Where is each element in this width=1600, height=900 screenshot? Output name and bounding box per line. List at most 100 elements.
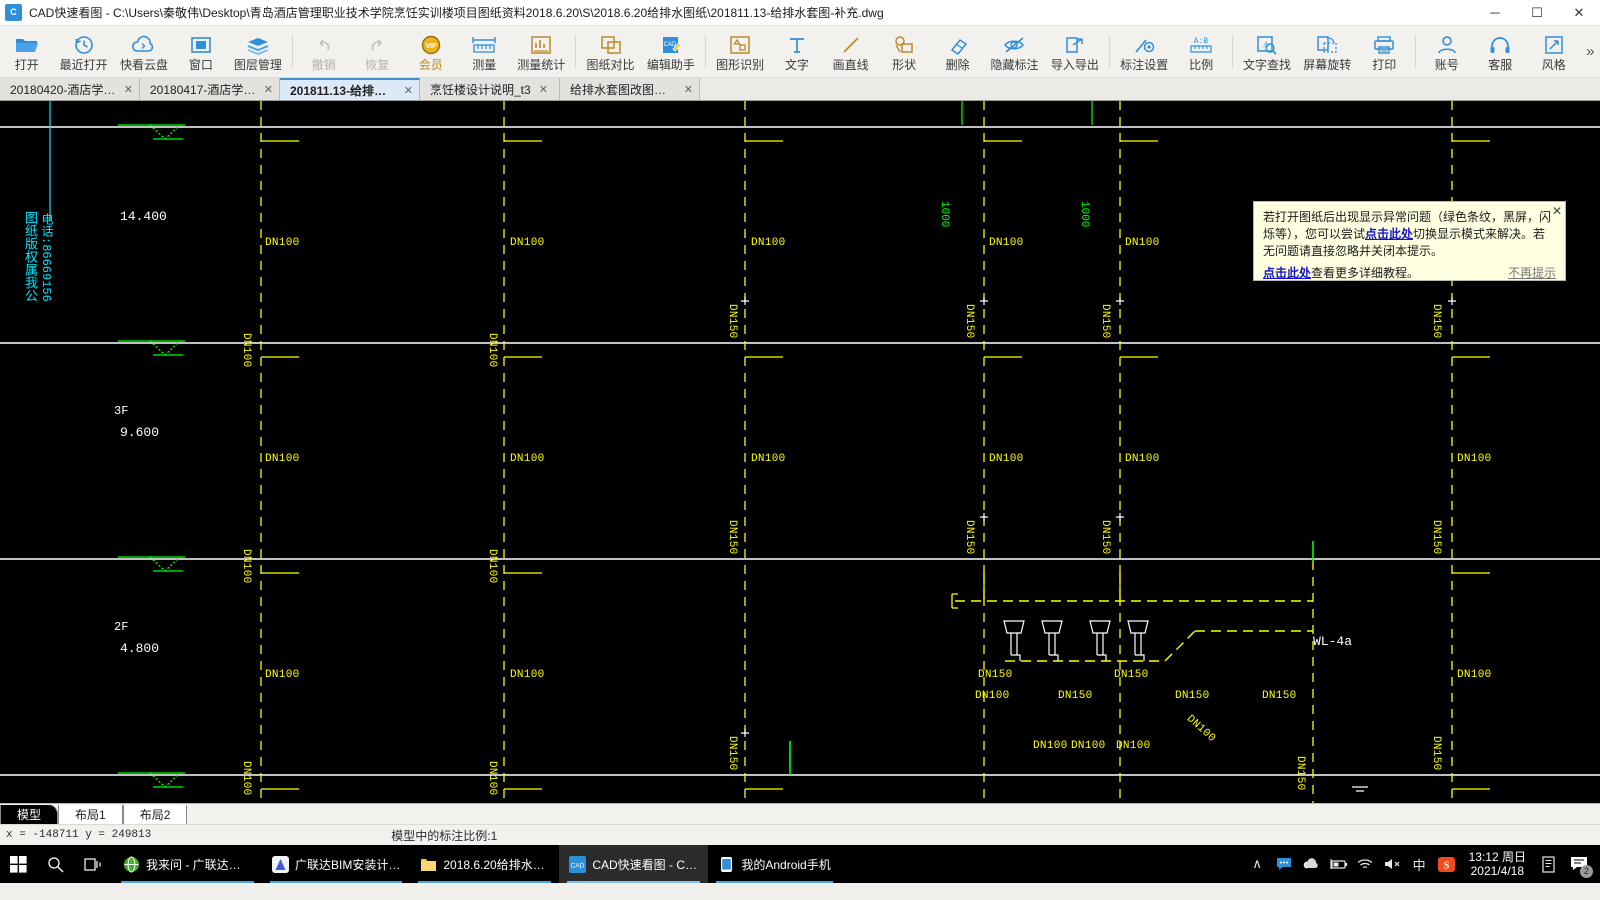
toolbar-label: 快看云盘 — [120, 58, 169, 72]
toolbar-button-measure[interactable]: 测量 — [458, 26, 512, 77]
document-tab[interactable]: 烹饪楼设计说明_t3 ✕ — [420, 78, 560, 100]
close-button[interactable]: ✕ — [1558, 0, 1600, 26]
switch-display-mode-link[interactable]: 点击此处 — [1365, 227, 1413, 241]
annotation-settings-icon — [1132, 32, 1156, 55]
taskbar-app-glodon-bim[interactable]: 广联达BIM安装计… — [262, 845, 410, 883]
search-icon[interactable] — [37, 845, 74, 883]
close-icon[interactable]: ✕ — [404, 84, 413, 97]
toolbar-button-open[interactable]: 打开 — [0, 26, 54, 77]
toolbar-button-layers[interactable]: 图层管理 — [228, 26, 288, 77]
pipe-label-dn150-vertical: DN150 — [1099, 304, 1111, 339]
toolbar-button-line[interactable]: 画直线 — [824, 26, 878, 77]
hide-annotation-eye-icon — [1002, 32, 1028, 55]
toolbar-button-annotation-settings[interactable]: 标注设置 — [1114, 26, 1174, 77]
message-bubble-icon[interactable] — [1271, 845, 1298, 883]
toolbar-button-redo[interactable]: 恢复 — [351, 26, 405, 77]
level-markers — [118, 124, 185, 788]
close-icon[interactable]: ✕ — [684, 83, 693, 96]
taskbar-app-android-phone[interactable]: 我的Android手机 — [708, 845, 840, 883]
minimize-button[interactable]: ─ — [1474, 0, 1516, 26]
toolbar-button-import-export[interactable]: 导入导出 — [1045, 26, 1105, 77]
toolbar-button-delete[interactable]: 删除 — [931, 26, 985, 77]
toolbar-overflow-button[interactable]: » — [1581, 26, 1600, 77]
toolbar-label: 客服 — [1488, 58, 1513, 72]
toolbar-button-cloud[interactable]: 快看云盘 — [114, 26, 174, 77]
battery-charging-icon[interactable] — [1325, 845, 1352, 883]
maximize-button[interactable]: ☐ — [1516, 0, 1558, 26]
ime-chinese-icon[interactable]: 中 — [1406, 845, 1433, 883]
document-tab[interactable]: 20180417-酒店学院烹⋯ ✕ — [140, 78, 280, 100]
window-icon — [190, 32, 212, 55]
pipe-label-dn150: DN150 — [1114, 669, 1149, 681]
document-tab[interactable]: 给排水套图改图签目⋯ ✕ — [560, 78, 700, 100]
toolbar-button-edit-assistant[interactable]: CAD 编辑助手 — [641, 26, 701, 77]
pipe-label-dn150-vertical: DN150 — [1294, 756, 1306, 791]
taskbar-app-wolaiwen[interactable]: 我来问 - 广联达服… — [113, 845, 262, 883]
cloud-icon — [131, 32, 157, 55]
taskbar-app-cad-active[interactable]: CAD CAD快速看图 - C:\… — [559, 845, 709, 883]
toolbar-button-recent[interactable]: 最近打开 — [54, 26, 114, 77]
pipe-label-dn100-vertical: DN100 — [486, 549, 498, 584]
compare-drawings-icon — [599, 32, 623, 55]
shape-tool-icon — [892, 32, 916, 55]
toolbar-button-screen-rotate[interactable]: 屏幕旋转 — [1297, 26, 1357, 77]
undo-arrow-icon — [312, 32, 336, 55]
layout-tab-model[interactable]: 模型 — [0, 805, 59, 824]
tutorial-link[interactable]: 点击此处 — [1263, 266, 1311, 280]
onedrive-cloud-icon[interactable] — [1298, 845, 1325, 883]
chevron-up-icon[interactable]: ∧ — [1244, 845, 1271, 883]
toolbar-button-style[interactable]: 风格 — [1527, 26, 1581, 77]
document-tab[interactable]: 20180420-酒店学院烹⋯ ✕ — [0, 78, 140, 100]
toolbar-button-text-search[interactable]: A 文字查找 — [1237, 26, 1297, 77]
notification-line2-post: 切换显示模式来解决。若 — [1413, 227, 1546, 241]
pipe-label-dn100: DN100 — [265, 669, 300, 681]
taskbar-clock[interactable]: 13:12 周日 2021/4/18 — [1460, 850, 1535, 878]
sogou-input-icon[interactable]: S — [1433, 845, 1460, 883]
import-export-icon — [1063, 32, 1087, 55]
action-center-icon[interactable]: 2 — [1562, 845, 1596, 883]
toolbar-button-measure-stats[interactable]: 测量统计 — [511, 26, 571, 77]
wifi-icon[interactable] — [1352, 845, 1379, 883]
toolbar-button-shape[interactable]: 形状 — [877, 26, 931, 77]
layout-tab-layout1[interactable]: 布局1 — [58, 805, 123, 824]
screen-rotate-icon — [1315, 32, 1339, 55]
taskbar-app-label: 广联达BIM安装计… — [295, 857, 401, 872]
toolbar-button-vip[interactable]: VIP 会员 — [404, 26, 458, 77]
close-icon[interactable]: ✕ — [124, 83, 133, 96]
pipe-label-dn100: DN100 — [975, 690, 1010, 702]
style-expand-icon — [1543, 32, 1565, 55]
pipe-label-dn150-vertical: DN150 — [1430, 520, 1442, 555]
pipe-label-dn150-vertical: DN150 — [1430, 304, 1442, 339]
close-icon[interactable]: ✕ — [539, 83, 548, 96]
ruler-icon — [471, 32, 497, 55]
close-icon[interactable]: ✕ — [264, 83, 273, 96]
layout-tab-layout2[interactable]: 布局2 — [122, 805, 188, 824]
elevation-label-14400: 14.400 — [120, 209, 167, 224]
cad-drawing-canvas[interactable]: 图纸版权属我公 电话:86669156 14.400 3F 9.600 2F 4… — [0, 101, 1600, 803]
toolbar-label: 导入导出 — [1050, 58, 1099, 72]
taskbar-app-folder[interactable]: 2018.6.20给排水图… — [410, 845, 559, 883]
pipe-label-dn100-vertical: DN100 — [486, 761, 498, 796]
toolbar-label: 形状 — [892, 58, 917, 72]
speaker-muted-icon[interactable] — [1379, 845, 1406, 883]
toolbar-button-support[interactable]: 客服 — [1473, 26, 1527, 77]
dismiss-forever-link[interactable]: 不再提示 — [1508, 265, 1556, 282]
pipe-label-dn100-vertical: DN100 — [240, 333, 252, 368]
toolbar-label: 隐藏标注 — [990, 58, 1039, 72]
toolbar-button-undo[interactable]: 撤销 — [297, 26, 351, 77]
toolbar-button-shape-recognize[interactable]: 图形识别 — [710, 26, 770, 77]
toolbar-button-scale[interactable]: A:B 比例 — [1174, 26, 1228, 77]
toolbar-button-window[interactable]: 窗口 — [174, 26, 228, 77]
toolbar-button-compare[interactable]: 图纸对比 — [580, 26, 640, 77]
document-tab-active[interactable]: 201811.13-给排水套⋯ ✕ — [280, 78, 420, 100]
toolbar-button-hide-annotation[interactable]: 隐藏标注 — [984, 26, 1044, 77]
start-windows-icon[interactable] — [0, 845, 37, 883]
toolbar-button-print[interactable]: 打印 — [1357, 26, 1411, 77]
task-view-icon[interactable] — [74, 845, 113, 883]
toolbar-button-account[interactable]: 账号 — [1420, 26, 1474, 77]
fixture-pipe-label: DN100 — [1071, 740, 1106, 752]
notes-icon[interactable] — [1535, 845, 1562, 883]
notification-close-icon[interactable]: ✕ — [1552, 203, 1562, 220]
display-issue-notification: ✕ 若打开图纸后出现显示异常问题（绿色条纹，黑屏，闪烁等），您可以尝试点击此处切… — [1253, 201, 1566, 281]
toolbar-button-text[interactable]: 文字 — [770, 26, 824, 77]
